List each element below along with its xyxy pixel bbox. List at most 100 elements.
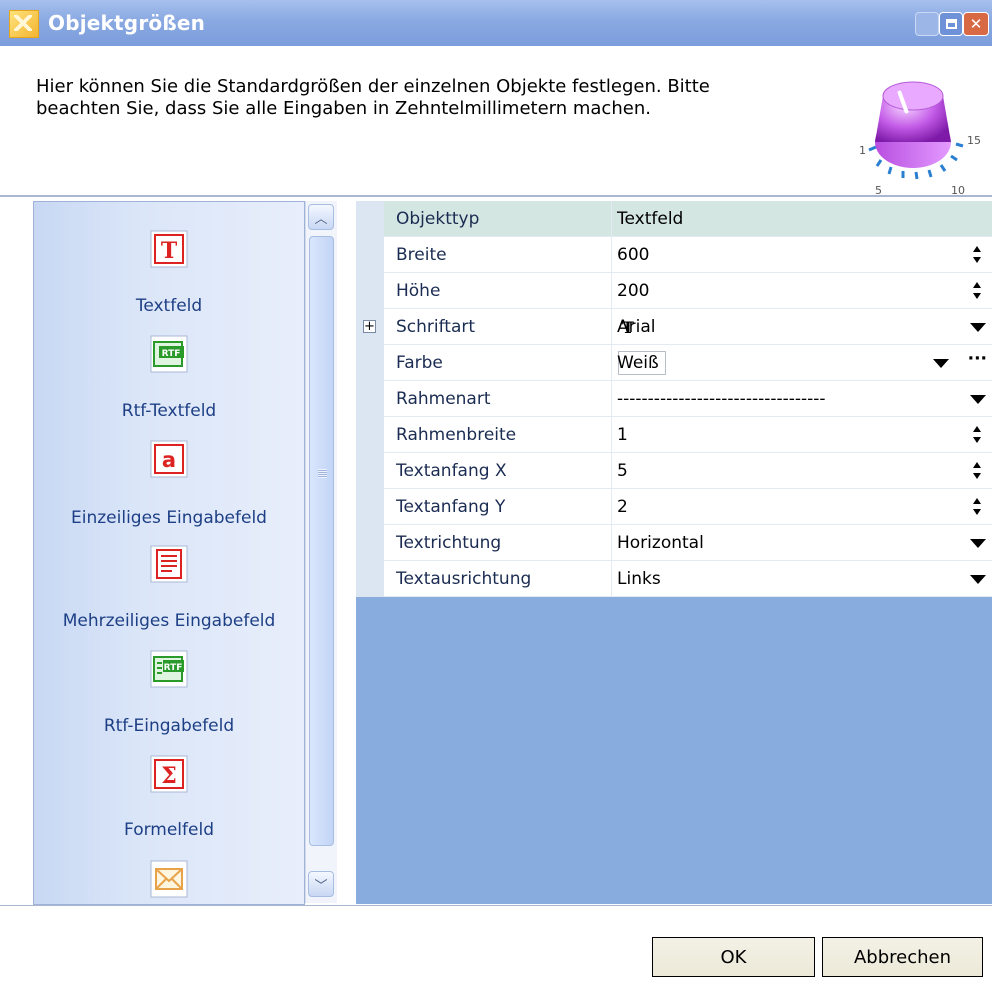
property-name: Objekttyp xyxy=(396,209,480,229)
svg-text:RTF: RTF xyxy=(164,663,183,673)
expand-icon[interactable]: + xyxy=(363,320,376,333)
maximize-button[interactable] xyxy=(939,12,963,36)
property-name-cell[interactable]: Rahmenbreite xyxy=(384,417,612,453)
envelope-icon xyxy=(150,860,188,898)
object-list-scrollbar[interactable]: ︿ ﹀ xyxy=(305,201,337,903)
property-value: Textfeld xyxy=(617,209,684,229)
close-button[interactable]: ✕ xyxy=(963,12,989,36)
property-row: Breite 600 xyxy=(356,237,992,273)
property-name: Breite xyxy=(396,245,447,265)
property-name-cell[interactable]: Schriftart xyxy=(384,309,612,345)
scroll-thumb[interactable] xyxy=(309,236,334,846)
list-item-label: Einzeiliges Eingabefeld xyxy=(71,508,267,528)
property-value-cell[interactable]: Horizontal xyxy=(612,525,992,561)
title-bar[interactable]: Objektgrößen ✕ xyxy=(0,0,992,46)
spin-button-icon[interactable] xyxy=(970,457,984,485)
svg-text:Σ: Σ xyxy=(161,763,177,789)
list-item-label: Rtf-Eingabefeld xyxy=(103,716,235,736)
property-name-cell[interactable]: Textrichtung xyxy=(384,525,612,561)
property-name: Rahmenbreite xyxy=(396,425,517,445)
property-name-cell[interactable]: Höhe xyxy=(384,273,612,309)
property-name: Rahmenart xyxy=(396,389,491,409)
row-margin xyxy=(356,453,384,489)
spin-button-icon[interactable] xyxy=(970,241,984,269)
row-margin: + xyxy=(356,309,384,345)
row-margin xyxy=(356,561,384,597)
ok-button[interactable]: OK xyxy=(652,937,815,977)
svg-text:T: T xyxy=(161,238,178,264)
app-icon xyxy=(9,10,39,38)
property-value-cell[interactable]: 200 xyxy=(612,273,992,309)
property-grid: Objekttyp Textfeld Breite 600 Höhe 200 + Schrif… xyxy=(356,201,992,904)
property-value: Horizontal xyxy=(617,533,704,553)
dialog-footer: OK Abbrechen xyxy=(0,905,992,982)
property-value: 600 xyxy=(617,245,650,265)
panel-divider[interactable] xyxy=(340,199,356,905)
property-row: Farbe Weiß ··· xyxy=(356,345,992,381)
property-name: Textausrichtung xyxy=(396,569,532,589)
property-row: Höhe 200 xyxy=(356,273,992,309)
property-value-cell[interactable]: Links xyxy=(612,561,992,597)
property-value: 5 xyxy=(617,461,628,481)
knob-scale-15: 15 xyxy=(967,134,981,147)
list-item-label: Textfeld xyxy=(135,296,203,316)
spin-button-icon[interactable] xyxy=(970,277,984,305)
textfield-icon: T xyxy=(150,230,188,268)
property-value: Weiß xyxy=(617,353,659,373)
property-name-cell[interactable]: Rahmenart xyxy=(384,381,612,417)
spin-button-icon[interactable] xyxy=(970,421,984,449)
row-margin xyxy=(356,273,384,309)
property-row: Rahmenart -------------------------------… xyxy=(356,381,992,417)
property-value-cell[interactable]: ---------------------------------- xyxy=(612,381,992,417)
dropdown-arrow-icon[interactable] xyxy=(933,359,949,368)
formula-field-icon: Σ xyxy=(150,755,188,793)
object-type-list[interactable]: T Textfeld RTF Rtf-Textfeld a Einzeiliges Ein… xyxy=(33,201,305,905)
list-item-label: Mehrzeiliges Eingabefeld xyxy=(62,611,276,631)
property-value-cell[interactable]: 1 xyxy=(612,417,992,453)
rtf-textfield-icon: RTF xyxy=(150,335,188,373)
property-value-cell[interactable]: 600 xyxy=(612,237,992,273)
property-row: Textausrichtung Links xyxy=(356,561,992,597)
info-area: Hier können Sie die Standardgrößen der e… xyxy=(0,46,992,196)
property-name-cell[interactable]: Textausrichtung xyxy=(384,561,612,597)
property-row: Objekttyp Textfeld xyxy=(356,201,992,237)
property-value-cell: Textfeld xyxy=(612,201,992,237)
dropdown-arrow-icon[interactable] xyxy=(970,575,986,584)
property-row: Rahmenbreite 1 xyxy=(356,417,992,453)
minimize-button[interactable] xyxy=(915,12,939,36)
property-value: Links xyxy=(617,569,661,589)
dropdown-arrow-icon[interactable] xyxy=(970,323,986,332)
row-margin xyxy=(356,525,384,561)
property-value-cell[interactable]: Weiß ··· xyxy=(612,345,992,381)
cancel-button[interactable]: Abbrechen xyxy=(822,937,983,977)
property-name: Textanfang Y xyxy=(396,497,506,517)
chevron-down-icon: ﹀ xyxy=(314,878,328,894)
scroll-down-button[interactable]: ﹀ xyxy=(308,871,334,897)
property-name-cell[interactable]: Textanfang X xyxy=(384,453,612,489)
rtf-input-icon: RTF xyxy=(150,650,188,688)
scroll-up-button[interactable]: ︿ xyxy=(308,204,334,230)
property-row: Textanfang X 5 xyxy=(356,453,992,489)
row-margin xyxy=(356,489,384,525)
multi-line-input-icon xyxy=(150,545,188,583)
spin-button-icon[interactable] xyxy=(970,493,984,521)
property-name-cell[interactable]: Textanfang Y xyxy=(384,489,612,525)
property-name-cell[interactable]: Farbe xyxy=(384,345,612,381)
dropdown-arrow-icon[interactable] xyxy=(970,395,986,404)
list-item-label: Rtf-Textfeld xyxy=(121,401,217,421)
property-name: Höhe xyxy=(396,281,441,301)
property-name: Textanfang X xyxy=(396,461,507,481)
property-value: Arial xyxy=(617,317,656,337)
property-name-cell[interactable]: Breite xyxy=(384,237,612,273)
dropdown-arrow-icon[interactable] xyxy=(970,539,986,548)
property-name-cell[interactable]: Objekttyp xyxy=(384,201,612,237)
property-value-cell[interactable]: 5 xyxy=(612,453,992,489)
ellipsis-button[interactable]: ··· xyxy=(968,349,987,369)
property-value-cell[interactable]: T Arial xyxy=(612,309,992,345)
row-margin xyxy=(356,201,384,237)
property-value-cell[interactable]: 2 xyxy=(612,489,992,525)
property-name: Farbe xyxy=(396,353,443,373)
property-row: + Schriftart T Arial xyxy=(356,309,992,345)
property-row: Textanfang Y 2 xyxy=(356,489,992,525)
property-value: ---------------------------------- xyxy=(617,389,826,409)
